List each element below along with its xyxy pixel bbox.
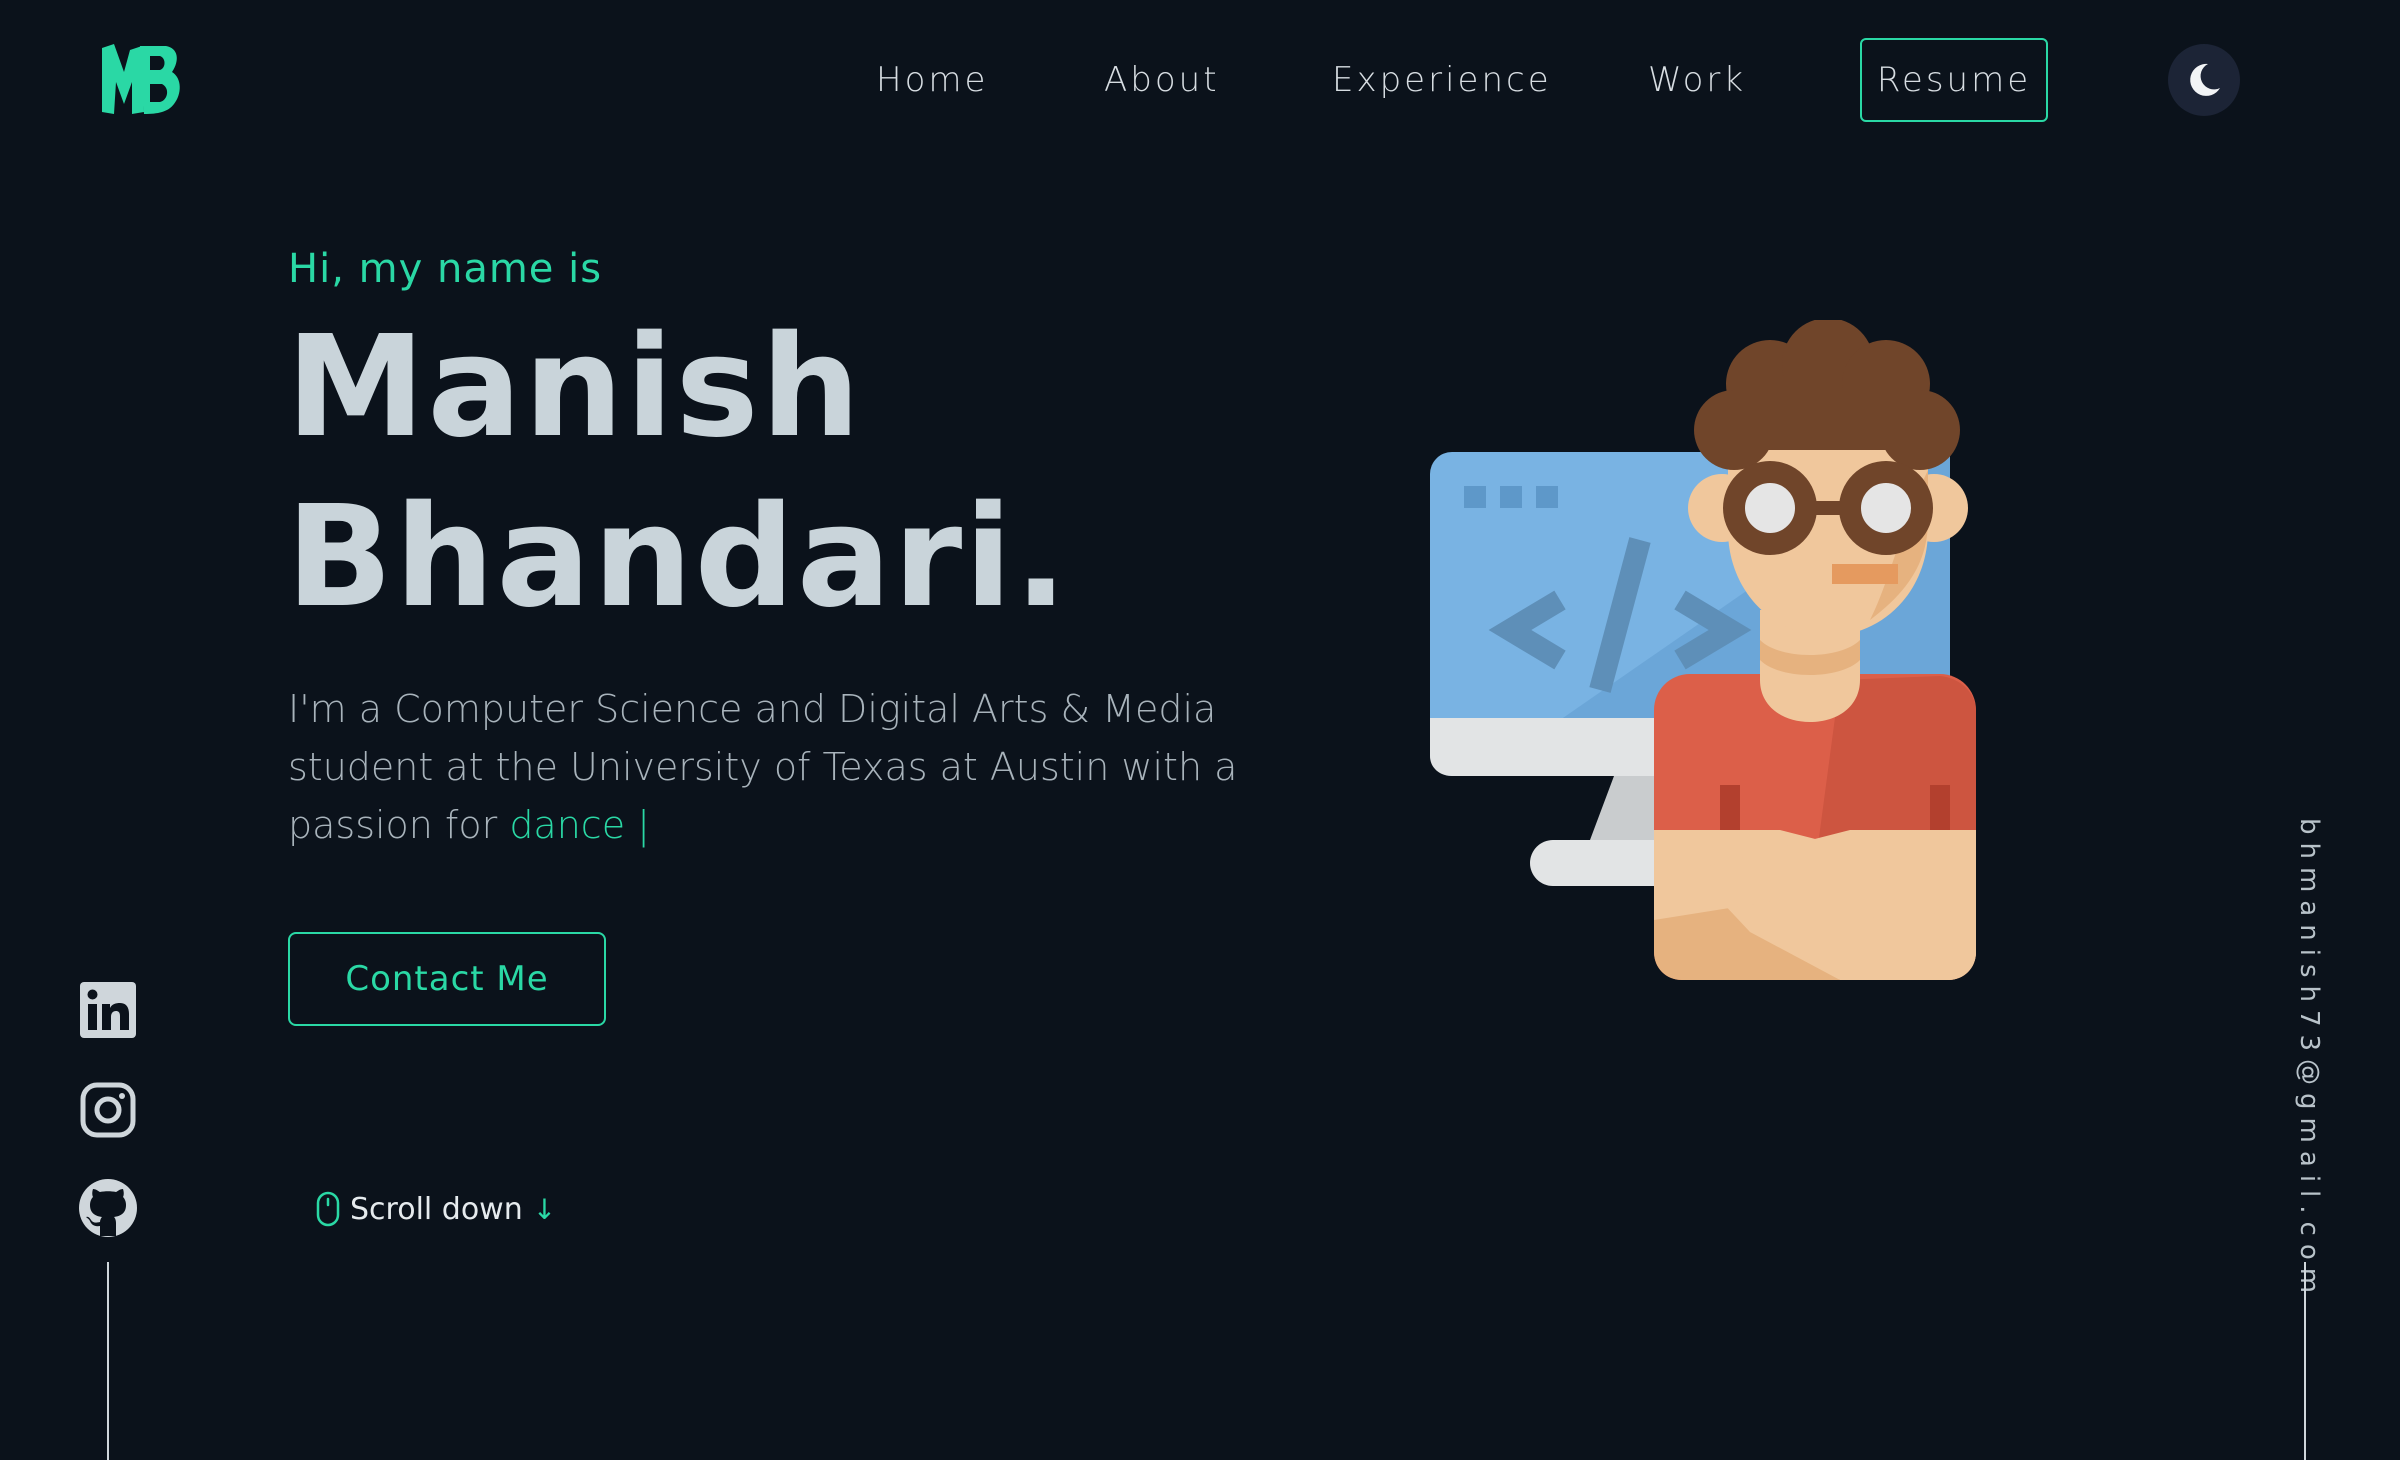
greeting-text: Hi, my name is — [288, 246, 603, 292]
github-icon[interactable] — [78, 1178, 138, 1238]
developer-illustration — [1430, 320, 1976, 980]
left-divider-line — [107, 1262, 109, 1460]
linkedin-icon[interactable] — [78, 980, 138, 1040]
arrow-down-icon: ↓ — [532, 1192, 557, 1226]
typing-cursor: | — [637, 803, 650, 847]
nav-home[interactable]: Home — [876, 38, 988, 122]
name-first: Manish — [286, 306, 863, 469]
scroll-down-label: Scroll down — [350, 1191, 523, 1227]
typed-word: dance — [509, 803, 626, 847]
name-last: Bhandari. — [286, 476, 1070, 639]
right-divider-line — [2304, 1262, 2306, 1460]
nav-work[interactable]: Work — [1648, 38, 1746, 122]
moon-icon — [2190, 63, 2220, 96]
logo[interactable] — [100, 42, 182, 116]
nav-experience[interactable]: Experience — [1332, 38, 1552, 122]
page: Home About Experience Work Resume Hi, my… — [0, 0, 2400, 1460]
theme-toggle-button[interactable] — [2168, 44, 2240, 116]
scroll-down-link[interactable]: Scroll down ↓ — [316, 1188, 556, 1230]
email-link[interactable]: bhmanish73@gmail.com — [2284, 818, 2324, 1301]
contact-button[interactable]: Contact Me — [288, 932, 606, 1026]
resume-button[interactable]: Resume — [1860, 38, 2048, 122]
nav-about[interactable]: About — [1104, 38, 1220, 122]
bio-paragraph: I'm a Computer Science and Digital Arts … — [288, 680, 1288, 854]
instagram-icon[interactable] — [78, 1080, 138, 1140]
bio-text: I'm a Computer Science and Digital Arts … — [288, 687, 1238, 847]
mouse-icon — [316, 1191, 340, 1227]
